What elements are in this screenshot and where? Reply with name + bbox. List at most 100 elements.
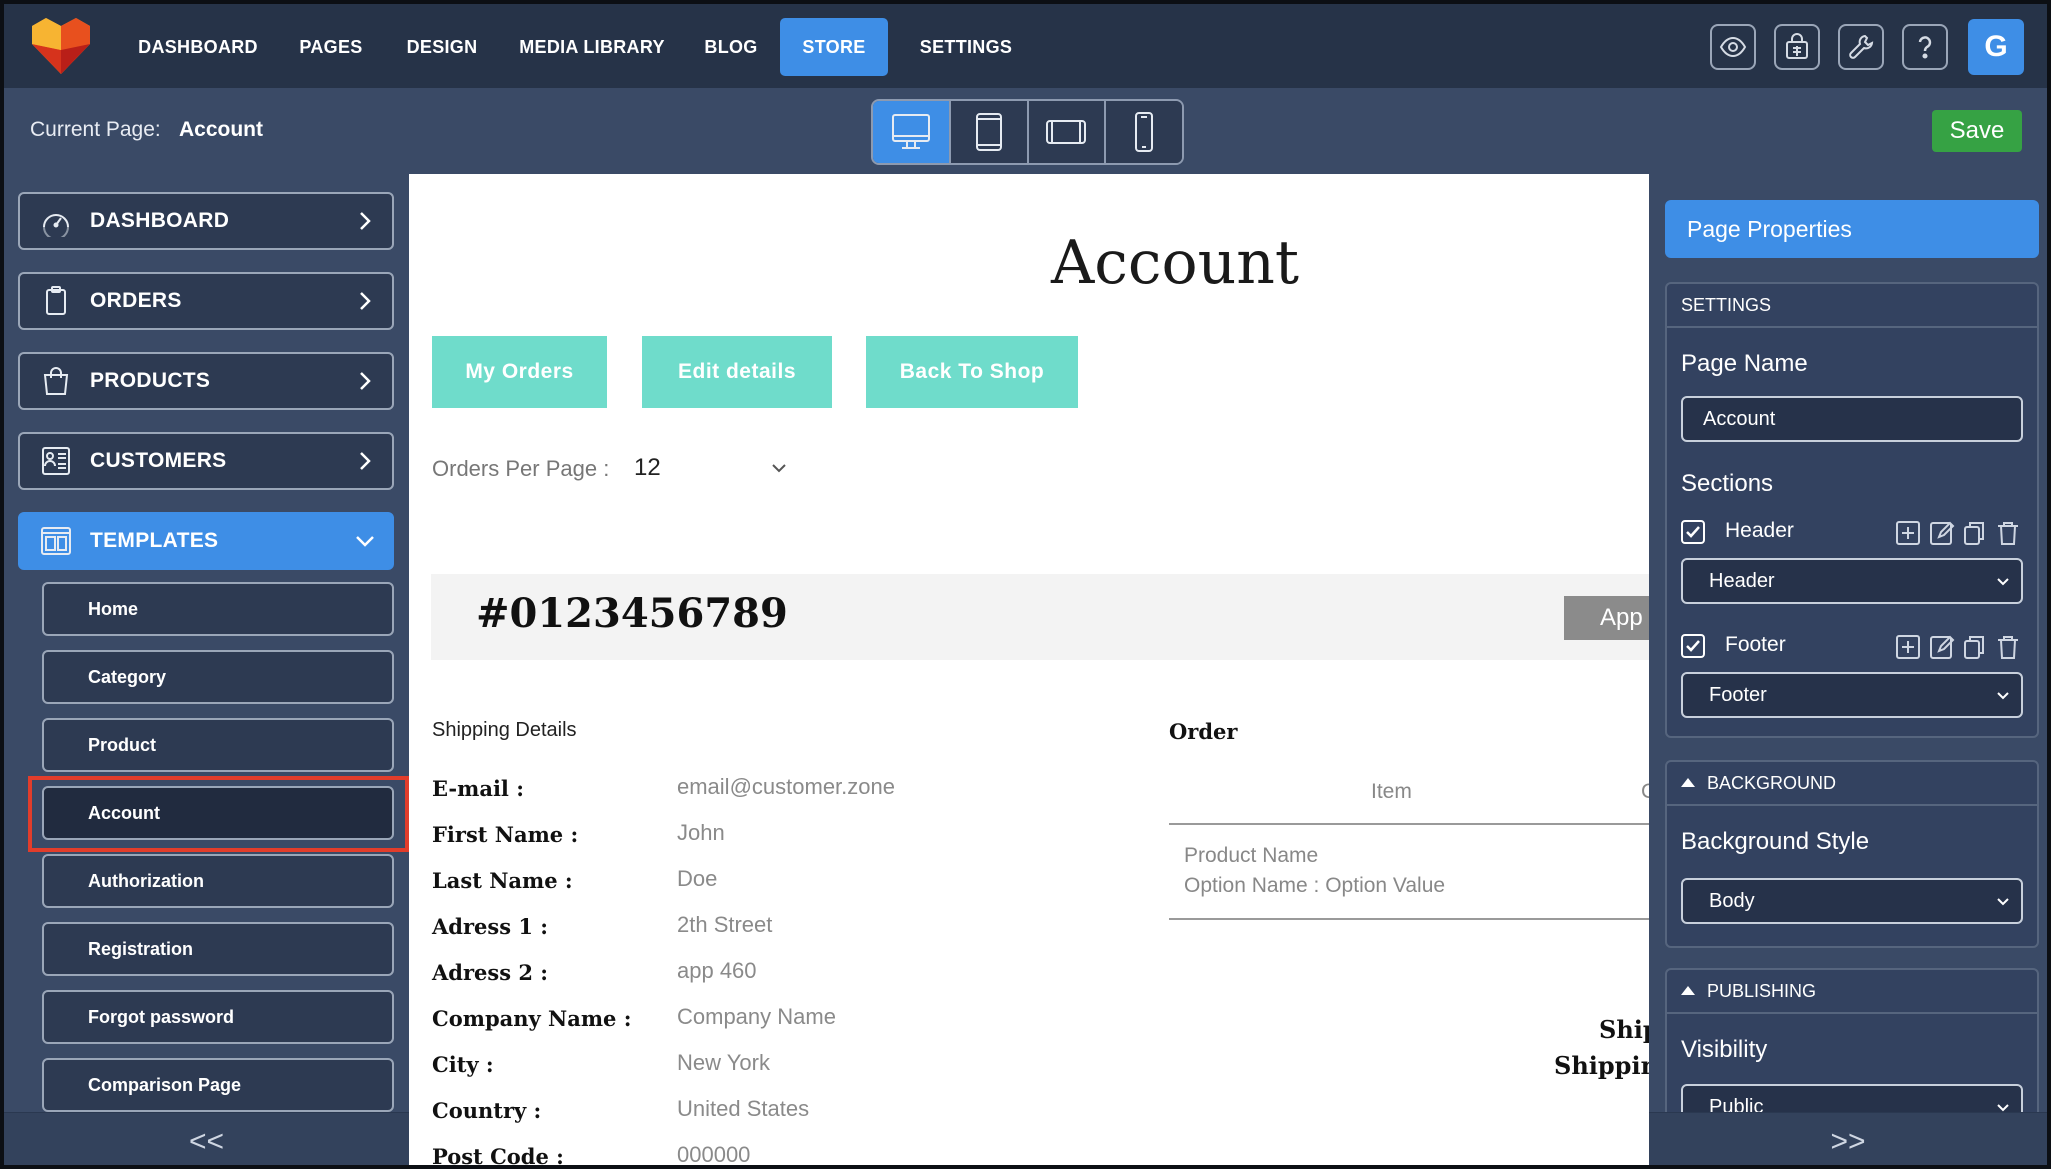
current-page-label: Current Page: [30, 118, 161, 141]
shipping-value: 000000 [677, 1142, 751, 1167]
shipping-details-heading: Shipping Details [432, 719, 577, 741]
footer-checkbox[interactable] [1681, 634, 1705, 658]
tools-button[interactable] [1838, 24, 1884, 70]
orders-per-page-select[interactable]: 12 [634, 454, 661, 482]
edit-icon[interactable] [1929, 634, 1955, 660]
template-item-home[interactable]: Home [42, 582, 394, 636]
publishing-section-header[interactable]: PUBLISHING [1667, 970, 2037, 1014]
device-tablet-portrait-button[interactable] [950, 101, 1029, 163]
page-toolbar: Current Page: Account Save [4, 88, 2047, 174]
copy-icon[interactable] [1961, 634, 1987, 660]
question-mark-icon [1918, 36, 1932, 59]
chevron-down-icon[interactable] [769, 458, 789, 478]
clipboard-icon [46, 286, 66, 315]
logo-icon [32, 18, 90, 74]
footer-select[interactable]: Footer [1681, 672, 2023, 718]
template-item-forgot-password[interactable]: Forgot password [42, 990, 394, 1044]
app-frame: DASHBOARD PAGES DESIGN MEDIA LIBRARY BLO… [0, 0, 2051, 1169]
shipping-label: City : [432, 1052, 494, 1077]
template-item-authorization[interactable]: Authorization [42, 854, 394, 908]
avatar[interactable]: G [1968, 19, 2024, 75]
top-navigation: DASHBOARD PAGES DESIGN MEDIA LIBRARY BLO… [4, 4, 2047, 88]
shipping-value: app 460 [677, 958, 757, 983]
back-to-shop-button[interactable]: Back To Shop [866, 336, 1078, 408]
template-item-category[interactable]: Category [42, 650, 394, 704]
nav-pages[interactable]: PAGES [290, 18, 372, 76]
properties-panel: Page Properties SETTINGS Page Name Accou… [1649, 174, 2047, 1165]
device-tablet-landscape-button[interactable] [1028, 101, 1107, 163]
chevron-right-icon [360, 212, 371, 230]
order-status-button[interactable]: App [1564, 596, 1649, 640]
save-button[interactable]: Save [1932, 110, 2022, 152]
settings-section: SETTINGS Page Name Account Sections Head… [1665, 282, 2039, 738]
nav-settings[interactable]: SETTINGS [908, 18, 1024, 76]
shipping-value: email@customer.zone [677, 774, 895, 799]
orders-per-page-label: Orders Per Page : [432, 456, 610, 481]
sidebar-item-label: ORDERS [90, 289, 182, 312]
nav-store[interactable]: STORE [780, 18, 888, 76]
header-select-value: Header [1709, 570, 1775, 592]
shipping-value: Company Name [677, 1004, 836, 1029]
nav-design[interactable]: DESIGN [400, 18, 484, 76]
header-checkbox[interactable] [1681, 520, 1705, 544]
edit-details-button[interactable]: Edit details [642, 336, 832, 408]
checkmark-icon [1686, 526, 1700, 538]
layout-icon [41, 527, 71, 555]
sidebar-item-templates[interactable]: TEMPLATES [18, 512, 394, 570]
add-icon[interactable] [1895, 634, 1921, 660]
collapse-sidebar-button[interactable]: << [4, 1112, 409, 1165]
background-style-select[interactable]: Body [1681, 878, 2023, 924]
tablet-landscape-icon [1046, 120, 1087, 144]
nav-media-library[interactable]: MEDIA LIBRARY [514, 18, 670, 76]
background-section-header[interactable]: BACKGROUND [1667, 762, 2037, 806]
add-icon[interactable] [1895, 520, 1921, 546]
sidebar-item-customers[interactable]: CUSTOMERS [18, 432, 394, 490]
chevron-down-icon [356, 536, 374, 547]
chevron-right-icon [360, 292, 371, 310]
shipping-label: First Name : [432, 822, 579, 847]
device-mobile-button[interactable] [1106, 101, 1182, 163]
copy-icon[interactable] [1961, 520, 1987, 546]
page-name-input[interactable]: Account [1681, 396, 2023, 442]
shopping-bag-icon [43, 367, 69, 395]
expand-panel-button[interactable]: >> [1649, 1112, 2047, 1165]
nav-blog[interactable]: BLOG [696, 18, 766, 76]
header-select[interactable]: Header [1681, 558, 2023, 604]
mobile-icon [1135, 112, 1154, 152]
store-bag-button[interactable] [1774, 24, 1820, 70]
page-properties-tab[interactable]: Page Properties [1665, 200, 2039, 258]
settings-section-header[interactable]: SETTINGS [1667, 284, 2037, 328]
order-product-name: Product Name [1184, 844, 1319, 867]
sidebar-item-products[interactable]: PRODUCTS [18, 352, 394, 410]
tablet-portrait-icon [975, 113, 1002, 151]
eye-icon [1719, 36, 1747, 58]
background-header-label: BACKGROUND [1707, 773, 1837, 793]
my-orders-button[interactable]: My Orders [432, 336, 607, 408]
help-button[interactable] [1902, 24, 1948, 70]
chevron-down-icon [1997, 578, 2009, 586]
trash-icon[interactable] [1995, 634, 2021, 660]
sidebar-item-dashboard[interactable]: DASHBOARD [18, 192, 394, 250]
page-name-label: Page Name [1681, 350, 1808, 377]
template-item-product[interactable]: Product [42, 718, 394, 772]
checkmark-icon [1686, 640, 1700, 652]
preview-eye-button[interactable] [1710, 24, 1756, 70]
gauge-icon [43, 214, 69, 237]
order-item-column-header: Item [1371, 780, 1412, 803]
shipping-value: New York [677, 1050, 770, 1075]
order-divider [1169, 823, 1649, 825]
sidebar-item-orders[interactable]: ORDERS [18, 272, 394, 330]
trash-icon[interactable] [1995, 520, 2021, 546]
edit-icon[interactable] [1929, 520, 1955, 546]
sidebar-item-label: TEMPLATES [90, 529, 219, 552]
device-desktop-button[interactable] [873, 101, 951, 163]
nav-dashboard[interactable]: DASHBOARD [134, 18, 262, 76]
shipping-value: John [677, 820, 725, 845]
left-sidebar: DASHBOARD ORDERS PRODUCTS CUSTOMERS TEMP… [4, 174, 409, 1165]
template-item-registration[interactable]: Registration [42, 922, 394, 976]
template-item-comparison-page[interactable]: Comparison Page [42, 1058, 394, 1112]
device-switcher [871, 99, 1184, 165]
background-style-value: Body [1709, 890, 1755, 912]
desktop-icon [891, 114, 930, 149]
order-heading: Order [1169, 719, 1238, 744]
